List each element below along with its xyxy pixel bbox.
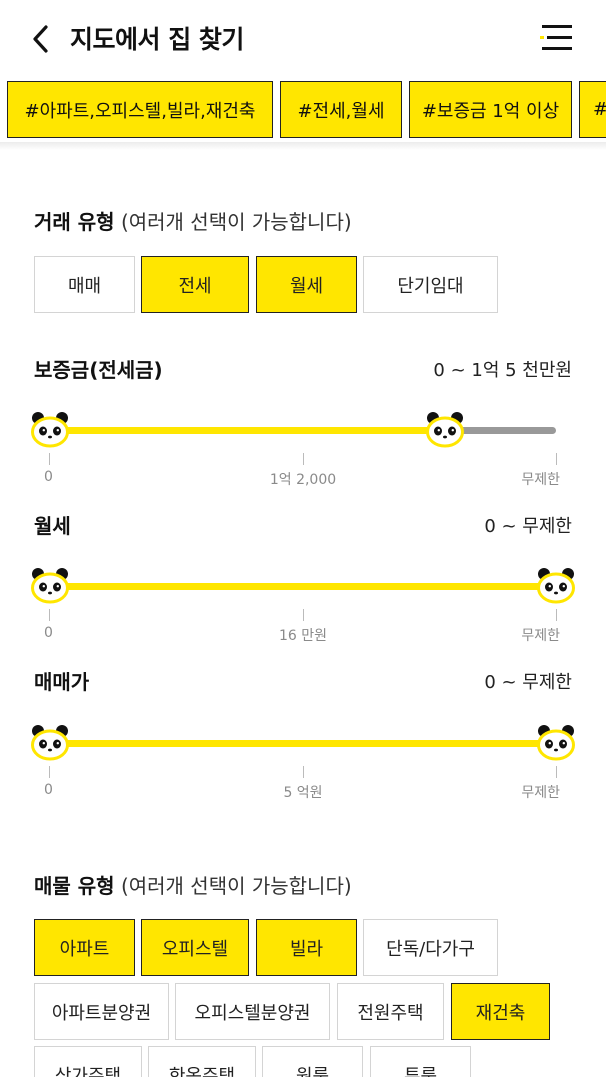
trade-type-short-term[interactable]: 단기임대 xyxy=(363,256,498,313)
trade-type-monthly[interactable]: 월세 xyxy=(256,256,357,313)
property-type-one-room[interactable]: 원룸 xyxy=(262,1046,363,1077)
deposit-label: 보증금(전세금) xyxy=(34,358,163,382)
sale-price-min-thumb-panda-icon[interactable] xyxy=(30,724,70,762)
monthly-rent-tick-label-min: 0 xyxy=(44,625,53,641)
monthly-rent-tick-max xyxy=(556,609,557,621)
deposit-min-thumb-panda-icon[interactable] xyxy=(30,411,70,449)
property-type-villa[interactable]: 빌라 xyxy=(256,919,357,976)
monthly-rent-max-thumb-panda-icon[interactable] xyxy=(536,567,576,605)
filter-tag-bar: #아파트,오피스텔,빌라,재건축 #전세,월세 #보증금 1억 이상 #... xyxy=(0,80,606,140)
deposit-tick-label-mid: 1억 2,000 xyxy=(269,472,337,488)
monthly-rent-label: 월세 xyxy=(34,514,71,538)
monthly-rent-tick-label-max: 무제한 xyxy=(521,628,560,644)
sale-price-max-thumb-panda-icon[interactable] xyxy=(536,724,576,762)
page-title: 지도에서 집 찾기 xyxy=(70,25,244,54)
property-type-apartment-presale[interactable]: 아파트분양권 xyxy=(34,983,169,1040)
deposit-tick-mid xyxy=(303,453,304,465)
property-type-two-room[interactable]: 투룸 xyxy=(370,1046,471,1077)
property-type-officetel-presale[interactable]: 오피스텔분양권 xyxy=(175,983,330,1040)
monthly-rent-tick-mid xyxy=(303,609,304,621)
deposit-slider-fill xyxy=(50,427,445,434)
deposit-tick-min xyxy=(49,453,50,465)
property-type-heading: 매물 유형 (여러개 선택이 가능합니다) xyxy=(34,870,352,899)
deposit-tick-label-min: 0 xyxy=(44,469,53,485)
trade-type-heading: 거래 유형 (여러개 선택이 가능합니다) xyxy=(34,206,352,235)
deposit-tick-max xyxy=(556,453,557,465)
property-type-officetel[interactable]: 오피스텔 xyxy=(141,919,249,976)
sale-price-tick-label-min: 0 xyxy=(44,782,53,798)
sale-price-tick-min xyxy=(49,766,50,778)
property-type-shop-house[interactable]: 상가주택 xyxy=(34,1046,142,1077)
property-type-hanok[interactable]: 한옥주택 xyxy=(148,1046,256,1077)
deposit-tick-label-max: 무제한 xyxy=(521,472,560,488)
monthly-rent-range-value: 0 ~ 무제한 xyxy=(484,516,572,537)
sale-price-label: 매매가 xyxy=(34,670,90,694)
sale-price-tick-mid xyxy=(303,766,304,778)
property-type-reconstruction[interactable]: 재건축 xyxy=(451,983,550,1040)
trade-type-note: (여러개 선택이 가능합니다) xyxy=(120,210,352,234)
deposit-range-value: 0 ~ 1억 5 천만원 xyxy=(433,360,572,381)
deposit-max-thumb-panda-icon[interactable] xyxy=(425,411,465,449)
monthly-rent-slider-track[interactable] xyxy=(50,583,556,590)
monthly-rent-min-thumb-panda-icon[interactable] xyxy=(30,567,70,605)
property-type-title: 매물 유형 xyxy=(34,874,115,898)
sale-price-tick-label-max: 무제한 xyxy=(521,785,560,801)
deposit-slider-track[interactable] xyxy=(50,427,556,434)
trade-type-jeonse[interactable]: 전세 xyxy=(141,256,249,313)
monthly-rent-tick-label-mid: 16 만원 xyxy=(278,628,328,644)
sale-price-tick-label-mid: 5 억원 xyxy=(283,785,323,801)
sale-price-slider-fill xyxy=(50,740,556,747)
filter-tag-trade[interactable]: #전세,월세 xyxy=(280,81,402,138)
back-arrow-icon[interactable] xyxy=(28,22,58,56)
monthly-rent-tick-min xyxy=(49,609,50,621)
monthly-rent-slider-fill xyxy=(50,583,556,590)
sale-price-slider-track[interactable] xyxy=(50,740,556,747)
sale-price-tick-max xyxy=(556,766,557,778)
property-type-detached[interactable]: 단독/다가구 xyxy=(363,919,498,976)
property-type-apartment[interactable]: 아파트 xyxy=(34,919,135,976)
sale-price-range-value: 0 ~ 무제한 xyxy=(484,672,572,693)
property-type-country-house[interactable]: 전원주택 xyxy=(337,983,444,1040)
filter-tag-property[interactable]: #아파트,오피스텔,빌라,재건축 xyxy=(7,81,273,138)
filter-tag-deposit[interactable]: #보증금 1억 이상 xyxy=(409,81,572,138)
trade-type-title: 거래 유형 xyxy=(34,210,115,234)
tag-bar-shadow xyxy=(0,142,606,150)
property-type-note: (여러개 선택이 가능합니다) xyxy=(120,874,352,898)
filter-tag-more[interactable]: #... xyxy=(579,81,606,138)
trade-type-sale[interactable]: 매매 xyxy=(34,256,135,313)
hamburger-menu-icon[interactable] xyxy=(536,22,576,54)
app-header: 지도에서 집 찾기 xyxy=(0,0,606,78)
